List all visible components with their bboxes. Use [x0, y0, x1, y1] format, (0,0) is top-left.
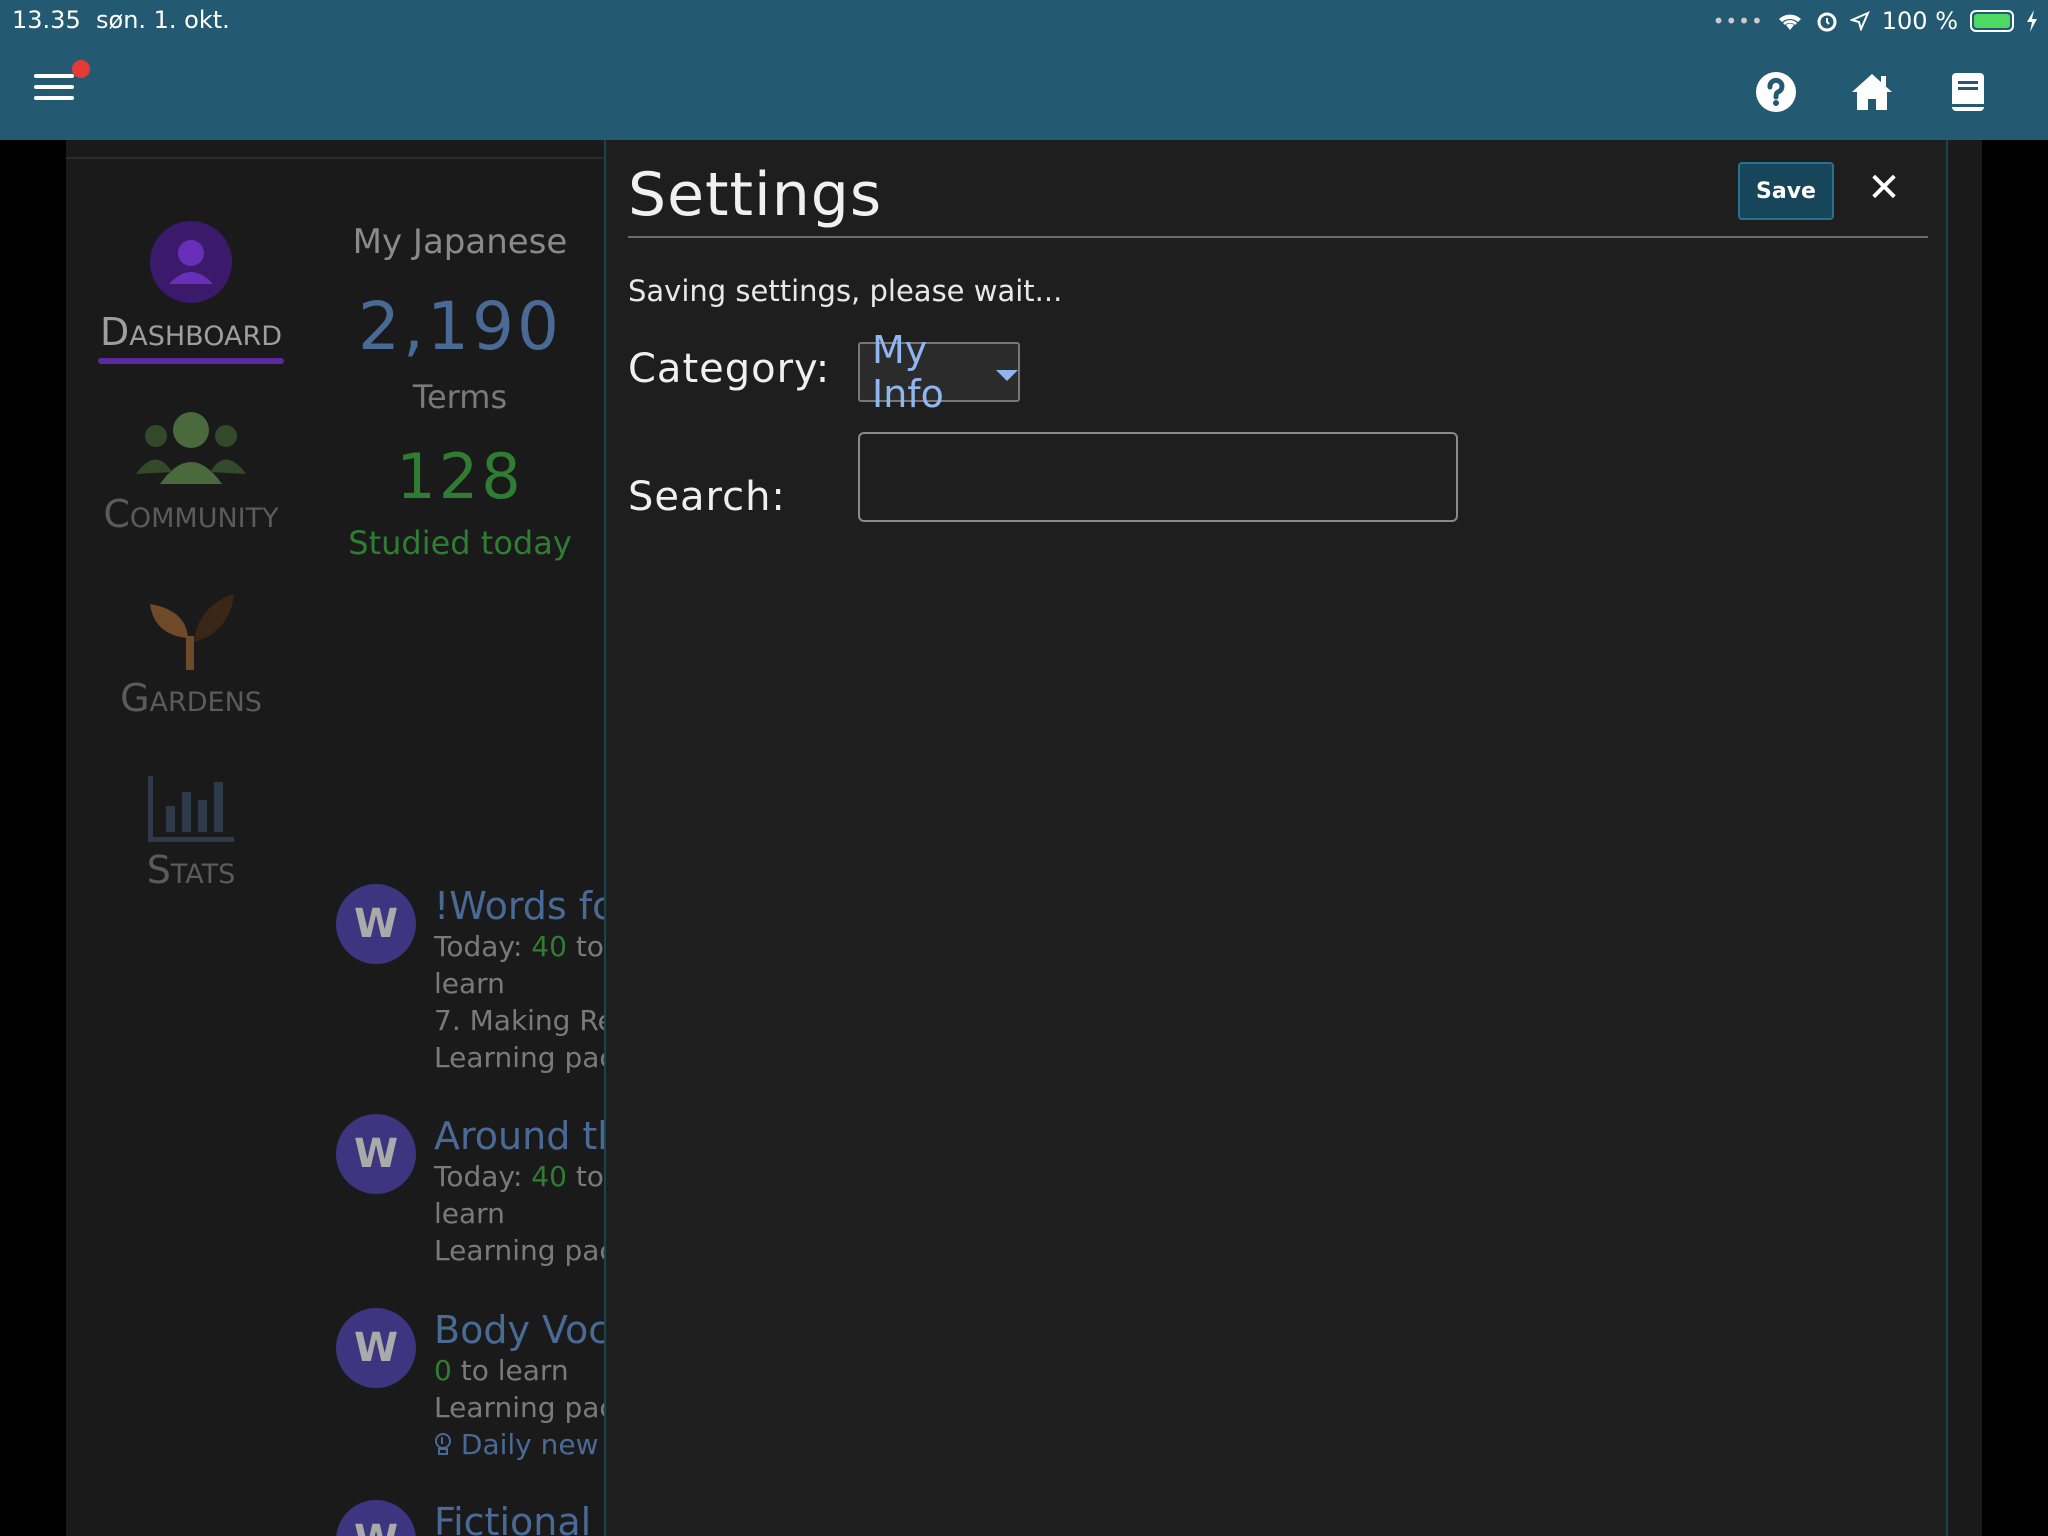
course-item[interactable]: W Body Voc 0 to learn Learning pac Daily…	[336, 1308, 606, 1478]
status-date: søn. 1. okt.	[96, 6, 230, 34]
to-learn-label: to	[575, 1160, 604, 1193]
alarm-icon	[1817, 12, 1837, 32]
level-name: Making Re	[469, 1004, 606, 1037]
save-button[interactable]: Save	[1738, 162, 1834, 220]
daily-new-link[interactable]: Daily new t	[461, 1428, 606, 1461]
signal-dots-icon: ••••	[1712, 9, 1764, 33]
title-divider	[628, 236, 1928, 238]
status-time: 13.35	[12, 6, 81, 34]
to-learn-label: to learn	[460, 1354, 569, 1387]
close-icon: ✕	[1867, 165, 1901, 211]
course-avatar: W	[336, 884, 416, 964]
battery-percent: 100 %	[1881, 7, 1958, 35]
to-learn-count: 40	[531, 930, 567, 963]
course-avatar: W	[336, 1114, 416, 1194]
nav-label-gardens: Gardens	[120, 676, 262, 720]
close-button[interactable]: ✕	[1862, 166, 1906, 210]
bar-chart-icon	[148, 776, 234, 842]
location-icon	[1849, 11, 1870, 31]
nav-label-community: Community	[103, 492, 279, 536]
course-type: Learning pac	[434, 1041, 606, 1074]
wifi-icon	[1778, 14, 1801, 30]
nav-item-stats[interactable]: Stats	[96, 776, 286, 892]
course-item[interactable]: W !Words fo Today: 40 to learn 7. Making…	[336, 884, 606, 1084]
saving-status-message: Saving settings, please wait...	[628, 274, 1063, 308]
course-type: Learning pac	[434, 1391, 606, 1424]
search-label: Search:	[628, 474, 786, 520]
help-button[interactable]	[1754, 70, 1798, 114]
course-avatar: W	[336, 1500, 416, 1536]
course-title[interactable]: My Japanese	[340, 222, 580, 262]
glossary-button[interactable]	[1946, 70, 1990, 114]
category-label: Category:	[628, 346, 831, 392]
to-learn-label: to	[575, 930, 604, 963]
sprout-icon	[150, 594, 234, 670]
user-icon	[150, 221, 232, 303]
notification-dot	[72, 60, 90, 78]
to-learn-count: 0	[434, 1354, 452, 1387]
lightbulb-icon	[435, 1433, 451, 1455]
home-button[interactable]	[1850, 70, 1894, 114]
active-underline	[98, 358, 284, 364]
status-indicators: •••• 100 %	[1713, 6, 2038, 36]
nav-item-community[interactable]: Community	[96, 406, 286, 536]
settings-title: Settings	[628, 160, 883, 230]
course-name[interactable]: !Words fo	[434, 884, 606, 928]
nav-item-gardens[interactable]: Gardens	[96, 590, 286, 720]
today-label: Today:	[434, 930, 523, 963]
course-name[interactable]: Around th	[434, 1114, 606, 1158]
course-item[interactable]: W Around th Today: 40 to learn Learning …	[336, 1114, 606, 1284]
to-learn-label-cont: learn	[434, 1197, 505, 1230]
chevron-down-icon	[996, 369, 1018, 381]
divider	[66, 157, 606, 159]
search-input[interactable]	[858, 432, 1458, 522]
studied-count: 128	[396, 440, 524, 513]
nav-label-stats: Stats	[146, 848, 236, 892]
studied-label: Studied today	[348, 524, 572, 562]
people-icon	[136, 412, 246, 484]
settings-panel: Settings Save ✕ Saving settings, please …	[604, 140, 1948, 1536]
hamburger-icon	[34, 74, 74, 78]
course-avatar: W	[336, 1308, 416, 1388]
book-icon	[1952, 73, 1984, 111]
home-icon	[1852, 74, 1892, 110]
course-type: Learning pac	[434, 1234, 606, 1267]
to-learn-label-cont: learn	[434, 967, 505, 1000]
nav-item-dashboard[interactable]: Dashboard	[96, 220, 286, 364]
category-select[interactable]: My Info	[858, 328, 1020, 416]
category-value: My Info	[872, 328, 944, 416]
terms-label: Terms	[412, 378, 508, 416]
to-learn-count: 40	[531, 1160, 567, 1193]
terms-count: 2,190	[358, 288, 562, 365]
course-name[interactable]: Body Voc	[434, 1308, 606, 1352]
charging-icon	[2027, 10, 2037, 32]
course-item[interactable]: W Fictional	[336, 1500, 606, 1536]
level-number: 7.	[434, 1004, 461, 1037]
top-bar: 13.35 søn. 1. okt. •••• 100 %	[0, 0, 2048, 140]
menu-button[interactable]	[34, 74, 74, 106]
nav-label-dashboard: Dashboard	[99, 310, 283, 354]
today-label: Today:	[434, 1160, 523, 1193]
course-name[interactable]: Fictional	[434, 1500, 606, 1536]
battery-icon	[1970, 10, 2014, 32]
help-icon	[1756, 72, 1796, 112]
